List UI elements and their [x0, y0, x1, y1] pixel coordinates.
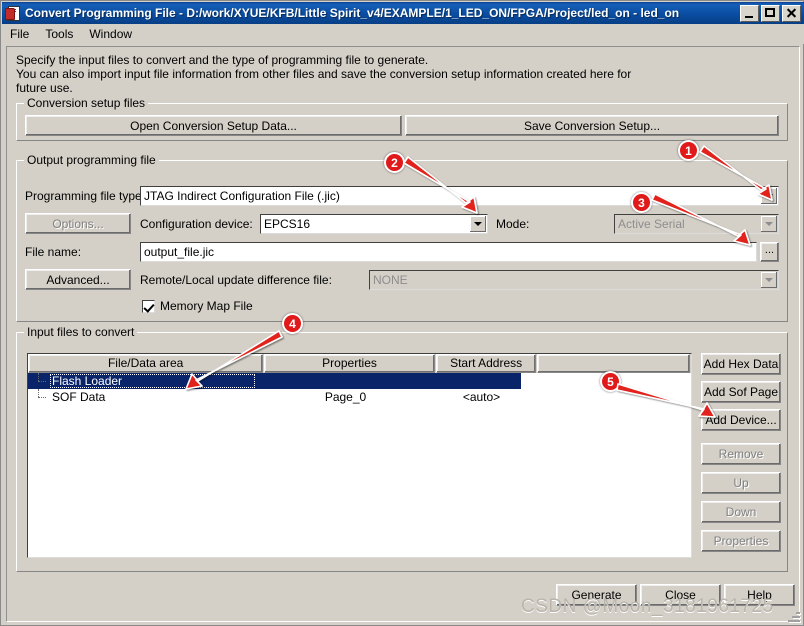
column-header-spacer: [537, 354, 690, 373]
annotation-badge-5: 5: [600, 371, 621, 392]
intro-line-1: Specify the input files to convert and t…: [16, 53, 429, 67]
input-files-list[interactable]: File/Data area Properties Start Address …: [27, 353, 692, 558]
dialog-client-area: Specify the input files to convert and t…: [6, 46, 800, 622]
input-files-list-header: File/Data area Properties Start Address: [28, 354, 691, 373]
conversion-setup-files-legend: Conversion setup files: [24, 96, 149, 110]
menu-item-file[interactable]: File: [2, 25, 37, 43]
configuration-device-combo[interactable]: EPCS16: [260, 214, 488, 234]
file-name-label: File name:: [25, 245, 82, 259]
window-title: Convert Programming File - D:/work/XYUE/…: [25, 6, 680, 20]
remote-local-update-combo: NONE: [369, 270, 779, 290]
window-controls: [740, 4, 801, 22]
chevron-down-icon: [761, 216, 777, 232]
convert-file-icon: [5, 5, 21, 21]
file-name-input[interactable]: output_file.jic: [140, 242, 757, 262]
configuration-device-label: Configuration device:: [140, 217, 253, 231]
programming-file-type-value: JTAG Indirect Configuration File (.jic): [144, 189, 340, 203]
checkbox-icon[interactable]: [142, 299, 155, 313]
annotation-badge-3: 3: [631, 192, 652, 213]
memory-map-file-checkbox-row[interactable]: Memory Map File: [142, 299, 253, 313]
mode-value: Active Serial: [618, 217, 685, 231]
remove-button[interactable]: Remove: [701, 443, 781, 465]
add-sof-page-button[interactable]: Add Sof Page: [701, 381, 781, 403]
save-conversion-setup-button[interactable]: Save Conversion Setup...: [405, 115, 779, 136]
input-files-to-convert-legend: Input files to convert: [24, 325, 138, 339]
intro-text: Specify the input files to convert and t…: [16, 53, 786, 95]
annotation-badge-4: 4: [282, 313, 303, 334]
column-header-file-data-area[interactable]: File/Data area: [28, 354, 264, 373]
programming-file-type-combo[interactable]: JTAG Indirect Configuration File (.jic): [140, 186, 779, 206]
memory-map-file-label: Memory Map File: [160, 299, 253, 313]
table-row[interactable]: SOF Data Page_0 <auto>: [28, 389, 691, 405]
chevron-down-icon: [761, 272, 777, 288]
column-header-start-address[interactable]: Start Address: [435, 354, 537, 373]
add-device-button[interactable]: Add Device...: [701, 409, 781, 431]
remote-local-update-value: NONE: [373, 273, 408, 287]
menu-item-window[interactable]: Window: [81, 25, 140, 43]
annotation-badge-1: 1: [678, 140, 699, 161]
column-header-properties[interactable]: Properties: [264, 354, 435, 373]
remote-local-update-label: Remote/Local update difference file:: [140, 273, 332, 287]
application-window: Convert Programming File - D:/work/XYUE/…: [0, 0, 804, 626]
options-button[interactable]: Options...: [25, 213, 131, 234]
maximize-icon[interactable]: [761, 4, 780, 22]
cell-file-data-area: SOF Data: [52, 390, 106, 404]
cell-file-data-area: Flash Loader: [50, 374, 256, 388]
mode-combo: Active Serial: [614, 214, 779, 234]
resize-grip[interactable]: [786, 608, 800, 622]
output-programming-file-legend: Output programming file: [24, 153, 159, 167]
tree-branch-icon: [28, 389, 50, 405]
programming-file-type-label: Programming file type:: [25, 189, 146, 203]
cell-start-address: <auto>: [462, 390, 501, 404]
up-button[interactable]: Up: [701, 472, 781, 494]
properties-button[interactable]: Properties: [701, 530, 781, 552]
menu-item-tools[interactable]: Tools: [37, 25, 81, 43]
mode-label: Mode:: [496, 217, 530, 231]
annotation-badge-2: 2: [384, 152, 405, 173]
advanced-button[interactable]: Advanced...: [25, 269, 131, 290]
menu-bar: File Tools Window: [2, 24, 804, 44]
configuration-device-value: EPCS16: [264, 217, 311, 231]
window-frame: Convert Programming File - D:/work/XYUE/…: [0, 0, 804, 626]
intro-line-2: You can also import input file informati…: [16, 67, 632, 81]
down-button[interactable]: Down: [701, 501, 781, 523]
output-programming-file-group: Output programming file: [16, 153, 788, 322]
chevron-down-icon[interactable]: [761, 188, 777, 204]
add-hex-data-button[interactable]: Add Hex Data: [701, 353, 781, 375]
open-conversion-setup-data-button[interactable]: Open Conversion Setup Data...: [25, 115, 402, 136]
title-bar: Convert Programming File - D:/work/XYUE/…: [2, 2, 804, 24]
minimize-icon[interactable]: [740, 4, 759, 22]
chevron-down-icon[interactable]: [470, 216, 486, 232]
intro-line-3: future use.: [16, 81, 73, 95]
watermark: CSDN @Moon_3181961725: [521, 596, 774, 617]
table-row[interactable]: Flash Loader: [28, 373, 521, 389]
tree-branch-icon: [28, 373, 50, 389]
cell-properties: Page_0: [324, 390, 367, 404]
file-name-browse-button[interactable]: ...: [760, 242, 779, 262]
close-icon[interactable]: [782, 4, 801, 22]
